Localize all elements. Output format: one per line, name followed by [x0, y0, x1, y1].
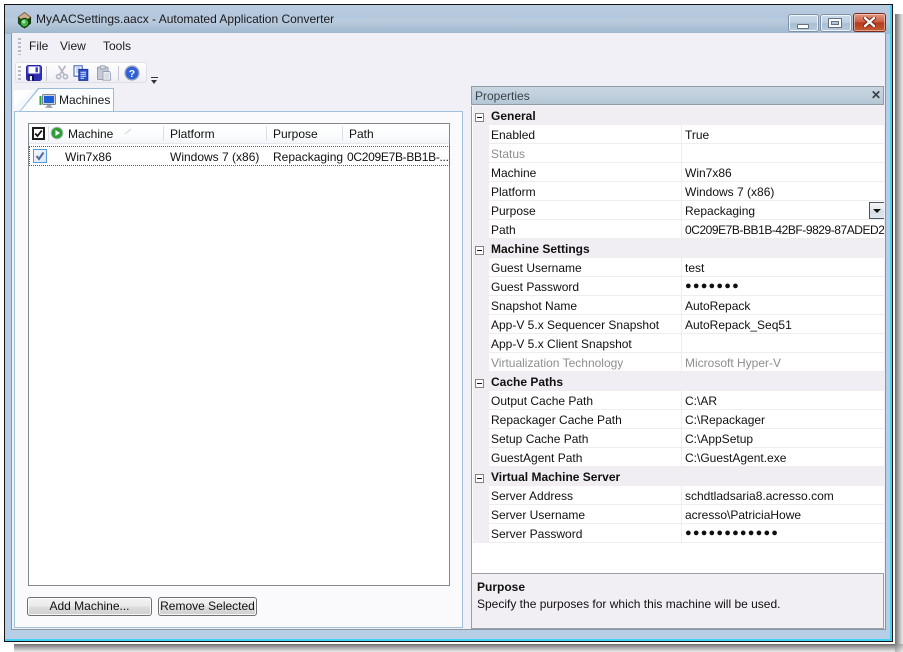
svg-text:?: ? — [129, 68, 135, 80]
